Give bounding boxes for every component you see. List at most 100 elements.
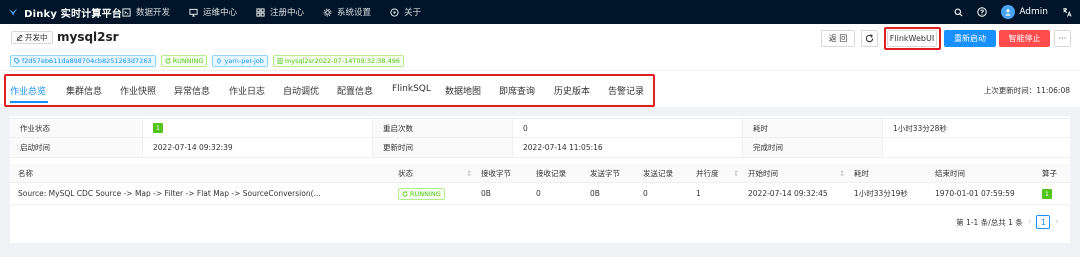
pagination: 第 1-1 条/总共 1 条 ‹ 1 › <box>956 215 1064 229</box>
next-page-icon[interactable]: › <box>1055 217 1059 227</box>
nav-label: 运维中心 <box>203 8 238 18</box>
sort-icon[interactable]: ⇕ <box>466 164 472 182</box>
job-header: 开发中 mysql2sr f2d57eb611da898704cb8251263… <box>0 24 1080 70</box>
nav-label: 关于 <box>404 8 422 18</box>
job-descriptions: 作业状态 1 重启次数 0 耗时 1小时33分28秒 启动时间 2022-07-… <box>10 118 1070 158</box>
row-parallelism: 1 <box>696 189 701 198</box>
col-send-bytes[interactable]: 发送字节 <box>590 164 620 182</box>
duration-label: 耗时 <box>743 119 883 137</box>
more-button[interactable]: ··· <box>1054 30 1071 47</box>
row-start-time: 2022-07-14 09:32:45 <box>748 189 828 198</box>
translate-icon[interactable] <box>1062 7 1072 17</box>
smart-stop-button[interactable]: 智能停止 <box>999 30 1050 47</box>
restart-count-value: 0 <box>513 119 743 137</box>
col-send-records[interactable]: 发送记录 <box>643 164 673 182</box>
user-menu[interactable]: Admin <box>1001 5 1048 19</box>
row-operator: 1 <box>1042 183 1052 204</box>
logo[interactable]: Dinky 实时计算平台 <box>0 5 122 20</box>
top-right-tools: Admin <box>940 0 1072 24</box>
flink-web-ui-highlight <box>884 27 941 50</box>
refresh-button[interactable] <box>861 30 878 47</box>
nav-label: 系统设置 <box>337 8 372 18</box>
user-name: Admin <box>1019 7 1048 17</box>
col-name[interactable]: 名称 <box>18 164 33 182</box>
table-row[interactable]: Source: MySQL CDC Source -> Map -> Filte… <box>10 183 1070 205</box>
prev-page-icon[interactable]: ‹ <box>1028 217 1032 227</box>
search-icon[interactable] <box>954 8 963 17</box>
job-id-tag: f2d57eb611da898704cb8251263d7263 <box>10 55 156 67</box>
job-tabs: 作业总览 集群信息 作业快照 异常信息 作业日志 自动调优 配置信息 Flink… <box>0 70 1080 108</box>
job-instance-tag: mysql2sr2022-07-14T09:32:38.496 <box>272 55 405 67</box>
appstore-icon <box>256 7 265 17</box>
job-name: mysql2sr <box>57 30 119 44</box>
nav-item-about[interactable]: 关于 <box>390 6 421 18</box>
job-status-count: 1 <box>153 123 163 133</box>
col-start-time[interactable]: 开始时间 <box>748 164 778 182</box>
nav-label: 数据开发 <box>136 8 171 18</box>
job-meta: f2d57eb611da898704cb8251263d7263 RUNNING… <box>10 55 409 67</box>
gear-icon <box>323 8 332 16</box>
desc-row: 作业状态 1 重启次数 0 耗时 1小时33分28秒 <box>10 118 1070 138</box>
top-navbar: Dinky 实时计算平台 数据开发 运维中心 注册中心 系统设置 关于 Admi… <box>0 0 1080 24</box>
running-tag: RUNNING <box>398 187 445 200</box>
finish-time-label: 完成时间 <box>743 138 883 157</box>
edit-icon <box>16 34 23 41</box>
update-time-value: 2022-07-14 11:05:16 <box>513 138 743 157</box>
job-status-value: 1 <box>143 119 373 137</box>
update-time-label: 更新时间 <box>373 138 513 157</box>
row-end-time: 1970-01-01 07:59:59 <box>935 189 1015 198</box>
dinky-logo-icon <box>8 8 18 16</box>
col-recv-bytes[interactable]: 接收字节 <box>481 164 511 182</box>
nav-item-data-dev[interactable]: 数据开发 <box>122 6 170 18</box>
main-nav: 数据开发 运维中心 注册中心 系统设置 关于 <box>122 6 440 18</box>
job-overview-panel: 作业状态 1 重启次数 0 耗时 1小时33分28秒 启动时间 2022-07-… <box>10 116 1070 243</box>
table-header: 名称 状态 ⇕ 接收字节 接收记录 发送字节 发送记录 并行度 ⇕ 开始时间 ⇕… <box>10 164 1070 183</box>
nav-item-registry[interactable]: 注册中心 <box>256 6 304 18</box>
col-end-time[interactable]: 结束时间 <box>935 164 965 182</box>
col-duration[interactable]: 耗时 <box>854 164 869 182</box>
duration-value: 1小时33分28秒 <box>893 123 947 133</box>
sync-icon <box>165 58 171 64</box>
back-button[interactable]: 返 回 <box>821 30 855 47</box>
col-parallelism[interactable]: 并行度 <box>696 164 719 182</box>
job-status-tag: 开发中 <box>11 31 53 44</box>
start-time-label: 启动时间 <box>10 138 143 157</box>
sort-icon[interactable]: ⇕ <box>839 164 845 182</box>
restart-button[interactable]: 重新启动 <box>944 30 996 47</box>
page-item-current[interactable]: 1 <box>1036 215 1051 229</box>
rocket-icon <box>217 58 222 64</box>
row-recv-records: 0 <box>536 189 541 198</box>
row-send-records: 0 <box>643 189 648 198</box>
col-operator[interactable]: 算子 <box>1042 164 1057 182</box>
app-title: Dinky 实时计算平台 <box>24 8 122 20</box>
cluster-icon <box>277 58 283 64</box>
help-icon[interactable] <box>977 7 988 17</box>
job-status-text: 开发中 <box>25 33 48 42</box>
job-state-tag: RUNNING <box>160 55 208 67</box>
refresh-icon <box>865 34 874 43</box>
last-update-time: 上次更新时间：11:06:08 <box>983 86 1070 95</box>
sort-icon[interactable]: ⇕ <box>733 164 739 182</box>
col-status-label: 状态 <box>398 168 413 178</box>
row-recv-bytes: 0B <box>481 189 491 198</box>
sync-icon <box>402 190 408 197</box>
nav-item-ops-center[interactable]: 运维中心 <box>189 6 237 18</box>
col-recv-records[interactable]: 接收记录 <box>536 164 566 182</box>
row-name: Source: MySQL CDC Source -> Map -> Filte… <box>18 189 321 198</box>
nav-item-settings[interactable]: 系统设置 <box>323 6 371 18</box>
tabs-highlight <box>4 74 655 107</box>
job-status-label: 作业状态 <box>10 119 143 137</box>
row-duration: 1小时33分19秒 <box>854 189 908 198</box>
pagination-summary: 第 1-1 条/总共 1 条 <box>956 217 1023 227</box>
info-icon <box>390 7 399 17</box>
job-mode-tag: yarn-per-job <box>212 55 268 67</box>
desc-row: 启动时间 2022-07-14 09:32:39 更新时间 2022-07-14… <box>10 138 1070 158</box>
finish-time-value <box>883 138 1070 157</box>
operator-count-badge: 1 <box>1042 188 1052 199</box>
start-time-value: 2022-07-14 09:32:39 <box>143 138 373 157</box>
desktop-icon <box>189 8 198 17</box>
col-status[interactable]: 状态 <box>398 164 413 182</box>
vertices-table: 名称 状态 ⇕ 接收字节 接收记录 发送字节 发送记录 并行度 ⇕ 开始时间 ⇕… <box>10 164 1070 205</box>
row-status: RUNNING <box>398 183 445 204</box>
tag-icon <box>14 58 20 64</box>
